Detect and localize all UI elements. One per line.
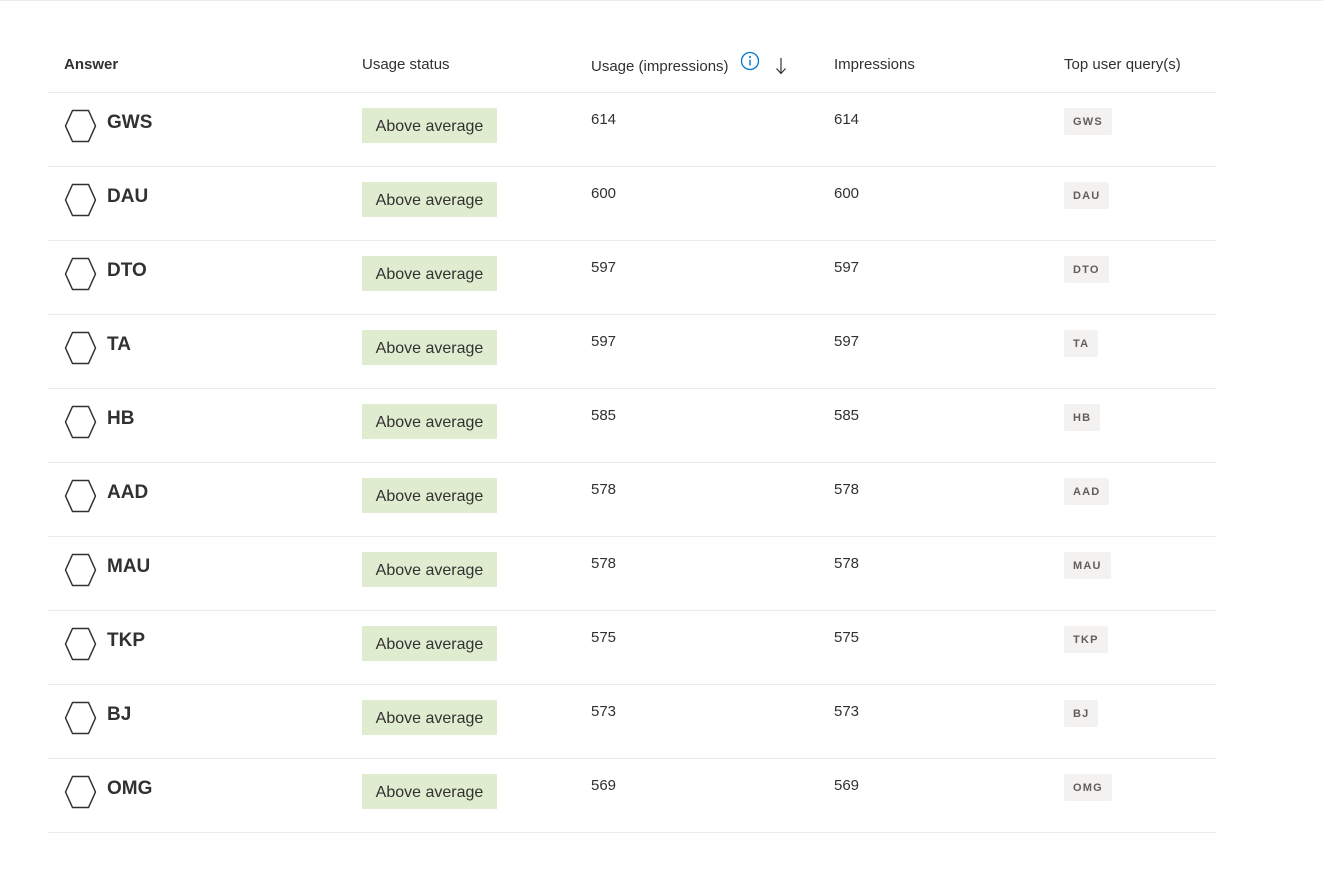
usage-status-badge: Above average [362,330,497,365]
top-divider [0,0,1323,1]
hexagon-icon [64,405,97,439]
impressions-value: 597 [834,333,860,350]
hexagon-icon [64,775,97,809]
usage-impressions-value: 597 [591,333,617,350]
table-header: Answer Usage status Usage (impressions) … [48,35,1216,93]
usage-impressions-value: 573 [591,703,617,720]
usage-impressions-value: 585 [591,407,617,424]
column-header-usage-impressions[interactable]: Usage (impressions) [591,51,788,76]
impressions-value: 578 [834,481,860,498]
hexagon-icon [64,257,97,291]
usage-status-badge: Above average [362,256,497,291]
table-body: GWS Above average 614 614 GWS DAU Above … [48,93,1216,833]
answer-name[interactable]: OMG [107,778,152,800]
impressions-value: 578 [834,555,860,572]
table-row[interactable]: BJ Above average 573 573 BJ [48,685,1216,759]
table-row[interactable]: AAD Above average 578 578 AAD [48,463,1216,537]
answer-name[interactable]: BJ [107,704,131,726]
table-row[interactable]: HB Above average 585 585 HB [48,389,1216,463]
hexagon-icon [64,701,97,735]
usage-status-badge: Above average [362,108,497,143]
table-row[interactable]: GWS Above average 614 614 GWS [48,93,1216,167]
hexagon-icon [64,331,97,365]
top-user-query-tag: BJ [1064,700,1099,727]
table-row[interactable]: DTO Above average 597 597 DTO [48,241,1216,315]
top-user-query-tag: TKP [1064,626,1108,653]
answer-name[interactable]: DAU [107,186,148,208]
answer-name[interactable]: TKP [107,630,145,652]
answer-name[interactable]: DTO [107,260,147,282]
column-header-top-user-queries[interactable]: Top user query(s) [1064,56,1181,73]
table-row[interactable]: TKP Above average 575 575 TKP [48,611,1216,685]
hexagon-icon [64,553,97,587]
usage-impressions-value: 575 [591,629,617,646]
top-user-query-tag: DAU [1064,182,1110,209]
impressions-value: 597 [834,259,860,276]
usage-status-badge: Above average [362,404,497,439]
impressions-value: 614 [834,111,860,128]
column-header-usage-label: Usage (impressions) [591,57,729,75]
impressions-value: 569 [834,777,860,794]
top-user-query-tag: TA [1064,330,1099,357]
usage-status-badge: Above average [362,182,497,217]
table-row[interactable]: TA Above average 597 597 TA [48,315,1216,389]
usage-impressions-value: 600 [591,185,617,202]
table-row[interactable]: MAU Above average 578 578 MAU [48,537,1216,611]
hexagon-icon [64,183,97,217]
table-row[interactable]: DAU Above average 600 600 DAU [48,167,1216,241]
top-user-query-tag: MAU [1064,552,1111,579]
answers-table: Answer Usage status Usage (impressions) … [48,35,1216,833]
impressions-value: 575 [834,629,860,646]
column-header-impressions[interactable]: Impressions [834,56,915,73]
usage-impressions-value: 597 [591,259,617,276]
impressions-value: 585 [834,407,860,424]
answer-name[interactable]: AAD [107,482,148,504]
column-header-usage-status[interactable]: Usage status [362,56,450,73]
top-user-query-tag: AAD [1064,478,1110,505]
impressions-value: 573 [834,703,860,720]
sort-descending-arrow-down-icon[interactable] [774,56,788,76]
top-user-query-tag: DTO [1064,256,1109,283]
usage-status-badge: Above average [362,774,497,809]
hexagon-icon [64,479,97,513]
table-row[interactable]: OMG Above average 569 569 OMG [48,759,1216,833]
info-icon[interactable] [740,51,760,71]
usage-impressions-value: 614 [591,111,617,128]
answer-name[interactable]: GWS [107,112,152,134]
answer-name[interactable]: TA [107,334,131,356]
column-header-answer[interactable]: Answer [64,56,118,73]
answer-name[interactable]: HB [107,408,134,430]
top-user-query-tag: OMG [1064,774,1112,801]
top-user-query-tag: GWS [1064,108,1112,135]
impressions-value: 600 [834,185,860,202]
usage-status-badge: Above average [362,552,497,587]
usage-status-badge: Above average [362,626,497,661]
usage-status-badge: Above average [362,700,497,735]
usage-impressions-value: 569 [591,777,617,794]
answer-name[interactable]: MAU [107,556,150,578]
usage-impressions-value: 578 [591,555,617,572]
hexagon-icon [64,627,97,661]
top-user-query-tag: HB [1064,404,1101,431]
hexagon-icon [64,109,97,143]
usage-status-badge: Above average [362,478,497,513]
usage-impressions-value: 578 [591,481,617,498]
